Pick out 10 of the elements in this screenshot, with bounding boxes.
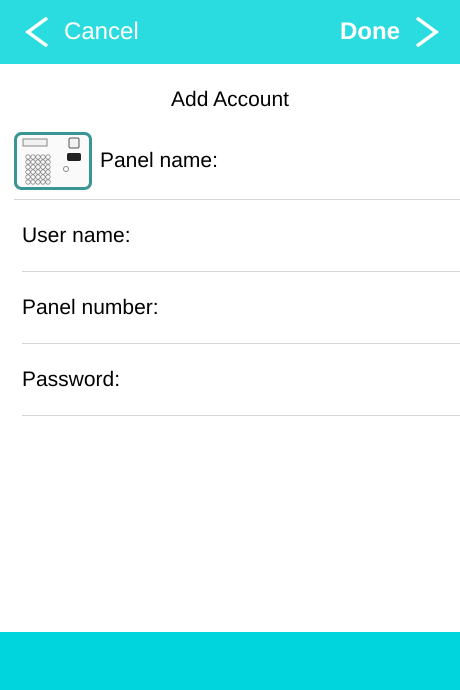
field-label: User name:: [22, 222, 131, 249]
field-label: Panel number:: [22, 294, 159, 321]
keypad-device-icon: [14, 132, 92, 190]
forward-chevron-icon: [414, 16, 440, 48]
field-label: Password:: [22, 366, 120, 393]
field-label: Panel name:: [100, 148, 218, 174]
cancel-button[interactable]: Cancel: [24, 14, 139, 50]
done-button[interactable]: Done: [340, 14, 440, 50]
page-title: Add Account: [170, 87, 290, 113]
back-chevron-icon: [24, 16, 50, 48]
